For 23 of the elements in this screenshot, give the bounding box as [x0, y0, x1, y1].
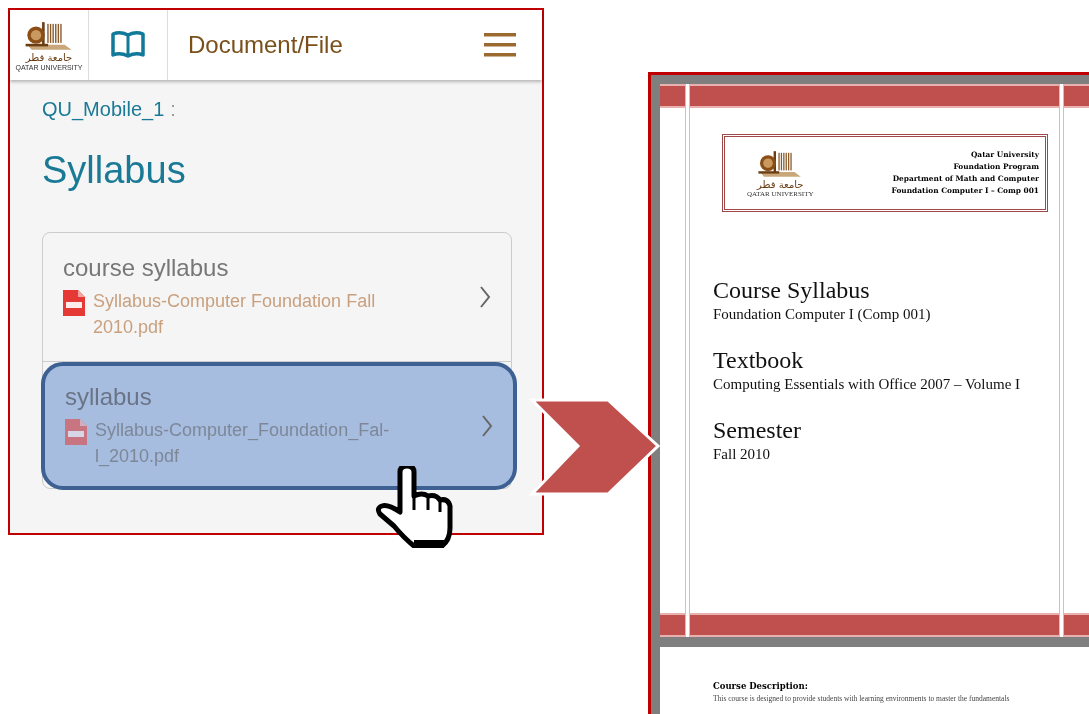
logo-arabic-text: جامعة قطر — [757, 179, 804, 190]
pdf-file-link[interactable]: Syllabus-Computer_Foundation_Fal-l_2010.pdf — [95, 417, 425, 469]
item-title: course syllabus — [63, 254, 230, 282]
pdf-file-icon — [63, 290, 85, 316]
breadcrumb-separator: : — [170, 98, 176, 121]
section-subtitle: Foundation Computer I (Comp 001) — [713, 305, 932, 324]
document-list-item[interactable]: syllabus Syllabus-Computer_Foundation_Fal-l_2010.pdf — [41, 362, 517, 490]
page-heading: Syllabus — [42, 149, 187, 192]
book-icon[interactable] — [110, 30, 146, 60]
breadcrumb-link[interactable]: QU_Mobile_1 — [42, 98, 165, 121]
section-title: Textbook — [713, 346, 805, 374]
section-title: Semester — [713, 416, 802, 444]
section-subtitle: Fall 2010 — [713, 445, 772, 464]
section-heading: Course Description: — [713, 680, 809, 691]
chevron-right-icon — [479, 285, 491, 309]
logo-arabic-text: جامعة قطر — [25, 52, 73, 63]
pdf-file-icon — [65, 419, 87, 445]
pdf-file-link[interactable]: Syllabus-Computer Foundation Fall 2010.pdf — [93, 288, 423, 340]
chevron-right-icon — [481, 414, 493, 438]
section-title: Course Syllabus — [713, 276, 871, 304]
section-subtitle: Computing Essentials with Office 2007 – Volume I — [713, 375, 1022, 394]
item-title: syllabus — [65, 383, 153, 411]
header-title: Document/File — [188, 31, 343, 59]
